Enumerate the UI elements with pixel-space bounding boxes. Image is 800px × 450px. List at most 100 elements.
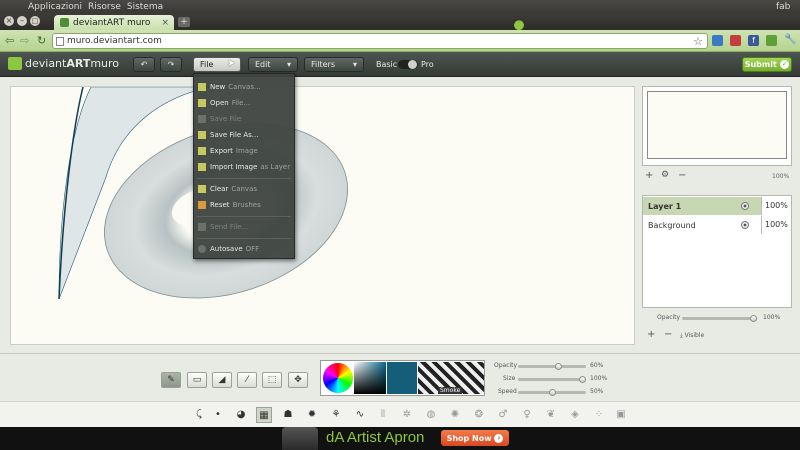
- extension-icon-2[interactable]: [730, 35, 741, 46]
- selection-tool-button[interactable]: ⬚: [262, 372, 282, 388]
- slider-knob[interactable]: [579, 376, 586, 383]
- layer-visible-icon[interactable]: [741, 221, 749, 229]
- check-icon: ✓: [780, 60, 790, 69]
- filters-menu-button[interactable]: Filters ▾: [304, 57, 364, 72]
- move-tool-button[interactable]: ✥: [288, 372, 308, 388]
- extension-icon-3[interactable]: [766, 35, 777, 46]
- current-color-swatch[interactable]: [387, 362, 417, 394]
- forward-icon[interactable]: ⇨: [20, 34, 29, 47]
- os-menu-risorse[interactable]: Risorse: [88, 2, 121, 12]
- os-menu-applicazioni[interactable]: Applicazioni: [28, 2, 82, 12]
- color-shade-swatch[interactable]: [354, 362, 386, 394]
- os-menu-sistema[interactable]: Sistema: [127, 2, 163, 12]
- undo-button[interactable]: ↶: [133, 57, 155, 72]
- navigator-preview[interactable]: [642, 86, 792, 166]
- brush-swirl-icon[interactable]: ∿: [352, 407, 368, 423]
- menu-item-save-file-as[interactable]: Save File As...: [194, 128, 294, 142]
- menu-item-new-canvas[interactable]: New Canvas...: [194, 80, 294, 94]
- color-wheel-icon[interactable]: [323, 363, 353, 393]
- add-layer-icon[interactable]: +: [647, 329, 655, 340]
- brush-round-icon[interactable]: ◕: [233, 407, 249, 423]
- remove-layer-icon[interactable]: −: [664, 329, 672, 340]
- star-icon[interactable]: ☆: [693, 35, 703, 48]
- layer-row-selected[interactable]: Layer 1 100%: [643, 197, 791, 215]
- eraser-tool-button[interactable]: ▭: [187, 372, 207, 388]
- extension-icon-1[interactable]: [712, 35, 723, 46]
- brush-splat-icon[interactable]: ✹: [304, 407, 320, 423]
- brush-ring-icon[interactable]: ❂: [471, 407, 487, 423]
- shop-now-button[interactable]: Shop Now ›: [441, 430, 509, 446]
- slider-knob[interactable]: [750, 315, 757, 322]
- mode-basic-label: Basic: [376, 60, 398, 69]
- brush-drop-icon[interactable]: ◈: [567, 407, 583, 423]
- brush-lines-icon[interactable]: ⦀: [375, 407, 391, 423]
- brush-opacity-label: Opacity: [494, 362, 518, 369]
- arrow-right-icon: ›: [494, 433, 504, 443]
- brush-male-icon[interactable]: ♂: [495, 407, 511, 423]
- zoom-out-icon[interactable]: −: [678, 170, 686, 181]
- back-icon[interactable]: ⇦: [5, 34, 14, 47]
- new-tab-button[interactable]: +: [178, 17, 190, 27]
- tab-close-icon[interactable]: ×: [161, 18, 169, 28]
- menu-item-open-file[interactable]: Open File...: [194, 96, 294, 110]
- facebook-icon[interactable]: f: [748, 35, 759, 46]
- menu-item-import-image[interactable]: Import Image as Layer: [194, 160, 294, 174]
- brush-size-value: 100%: [590, 375, 608, 382]
- layer-visible-icon[interactable]: [741, 202, 749, 210]
- menu-item-export-image[interactable]: Export Image: [194, 144, 294, 158]
- brush-circle-icon[interactable]: ◍: [423, 407, 439, 423]
- menu-item-autosave[interactable]: Autosave OFF: [194, 242, 294, 256]
- layer-opacity-slider[interactable]: [682, 315, 757, 322]
- brush-opacity-slider[interactable]: [518, 363, 586, 370]
- menu-item-clear-canvas[interactable]: Clear Canvas: [194, 182, 294, 196]
- slider-knob[interactable]: [555, 363, 562, 370]
- eyedropper-tool-button[interactable]: ⁄: [237, 372, 257, 388]
- brush-web-icon[interactable]: ✲: [399, 407, 415, 423]
- wrench-icon[interactable]: 🔧: [784, 34, 796, 45]
- zoom-in-icon[interactable]: +: [645, 170, 653, 181]
- brush-feather-icon[interactable]: ⚘: [328, 407, 344, 423]
- reset-brushes-icon: [198, 201, 206, 209]
- reload-icon[interactable]: ↻: [37, 34, 46, 47]
- brush-female-icon[interactable]: ♀: [519, 407, 535, 423]
- submit-button[interactable]: Submit ✓: [742, 57, 792, 72]
- layer-opacity: 100%: [761, 216, 791, 234]
- texture-swatch[interactable]: Smoke: [418, 362, 484, 394]
- brush-tool-button[interactable]: ✎: [161, 372, 181, 388]
- brush-dots-icon[interactable]: ⁘: [591, 407, 607, 423]
- gear-icon[interactable]: ⚙: [661, 170, 669, 180]
- maximize-window-button[interactable]: □: [30, 16, 40, 26]
- menu-item-reset-brushes[interactable]: Reset Brushes: [194, 198, 294, 212]
- menu-separator: [197, 238, 291, 239]
- mode-toggle[interactable]: [398, 60, 418, 69]
- slider-knob[interactable]: [549, 389, 556, 396]
- visible-toggle[interactable]: ⤓ Visible: [680, 332, 704, 340]
- brush-leaf-icon[interactable]: ❦: [543, 407, 559, 423]
- app-header: deviant ART muro ↶ ↷ File Edit ▾ Filters ▾ …: [0, 52, 800, 77]
- color-picker[interactable]: Smoke: [320, 360, 485, 396]
- address-bar[interactable]: muro.deviantart.com ☆: [52, 33, 708, 49]
- redo-button[interactable]: ↷: [160, 57, 182, 72]
- minimize-window-button[interactable]: –: [17, 16, 27, 26]
- mouse-cursor-icon: ➤: [227, 58, 236, 69]
- brush-dot-icon[interactable]: •: [210, 407, 226, 423]
- brush-size-slider[interactable]: [518, 376, 586, 383]
- close-window-button[interactable]: ×: [4, 16, 14, 26]
- fill-tool-button[interactable]: ◢: [212, 372, 232, 388]
- brush-blob-icon[interactable]: ☗: [280, 407, 296, 423]
- chevron-down-icon: ▾: [286, 60, 291, 69]
- brush-speed-slider[interactable]: [518, 389, 586, 396]
- brush-pen-icon[interactable]: ⤹: [191, 407, 207, 423]
- page-icon: [56, 37, 64, 46]
- ad-banner[interactable]: dA Artist Apron Shop Now ›: [0, 427, 800, 450]
- os-user[interactable]: fab: [776, 2, 790, 12]
- browser-tab-active[interactable]: deviantART muro ×: [54, 15, 174, 30]
- edit-menu-button[interactable]: Edit ▾: [248, 57, 298, 72]
- drawing-canvas[interactable]: [10, 86, 635, 345]
- layer-row[interactable]: Background 100%: [643, 216, 791, 234]
- brush-hatch-icon[interactable]: ▦: [256, 407, 272, 423]
- right-panel: + ⚙ − 100% Layer 1 100% Background 100% …: [642, 86, 792, 345]
- brush-cube-icon[interactable]: ▣: [613, 407, 629, 423]
- brush-star-icon[interactable]: ✺: [447, 407, 463, 423]
- new-canvas-icon: [198, 83, 206, 91]
